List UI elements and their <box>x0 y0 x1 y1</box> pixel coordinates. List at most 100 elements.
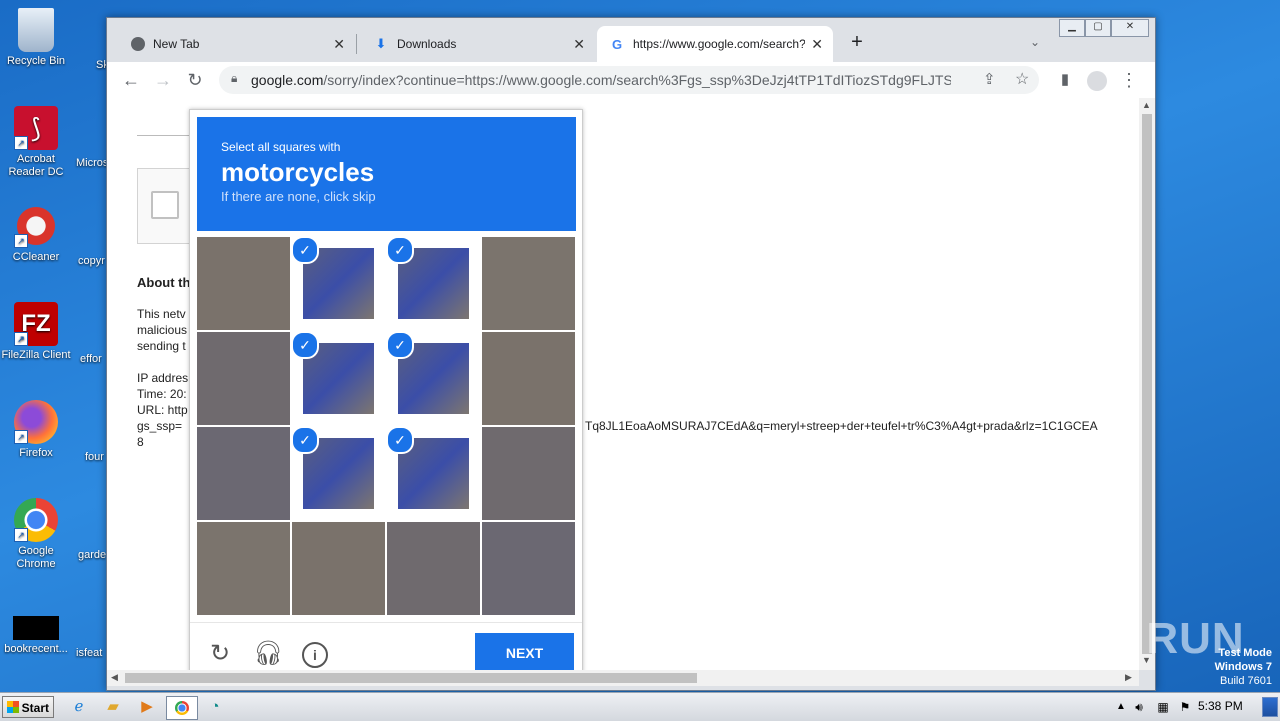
browser-window: New Tab ✕ ⬇ Downloads ✕ G https://www.go… <box>106 17 1156 691</box>
test-mode-watermark: Test Mode Windows 7 Build 7601 <box>1214 647 1272 687</box>
scroll-left-arrow[interactable]: ◀ <box>111 672 118 683</box>
tab-google-search[interactable]: G https://www.google.com/search?gs ✕ <box>597 26 833 62</box>
desktop-partial-label: effor <box>80 353 102 365</box>
page-line: Time: 20: <box>137 387 187 401</box>
scroll-thumb[interactable] <box>1142 114 1152 654</box>
folder-icon[interactable]: ▰ <box>100 696 126 718</box>
captcha-tile[interactable] <box>482 427 575 520</box>
page-line: This netv <box>137 307 186 321</box>
captcha-tile[interactable]: ✓ <box>292 332 385 425</box>
page-line: IP addres <box>137 371 189 385</box>
new-tab-button[interactable]: + <box>845 30 869 54</box>
close-icon[interactable]: ✕ <box>811 36 823 53</box>
captcha-tile[interactable] <box>292 522 385 615</box>
side-panel-icon[interactable]: ▮ <box>1053 68 1077 92</box>
captcha-tile[interactable] <box>482 237 575 330</box>
page-content: About th This netv malicious sending t I… <box>107 98 1139 670</box>
desktop-icon-label: CCleaner <box>12 251 60 263</box>
check-icon: ✓ <box>292 332 319 359</box>
desktop-icon-bookrecent[interactable]: bookrecent... <box>0 616 72 656</box>
tab-downloads[interactable]: ⬇ Downloads ✕ <box>357 26 595 62</box>
start-button[interactable]: Start <box>2 696 54 718</box>
tab-strip: New Tab ✕ ⬇ Downloads ✕ G https://www.go… <box>107 18 1155 62</box>
url-tail-text: Tq8JL1EoaAoMSURAJ7CEdA&q=meryl+streep+de… <box>585 419 1098 433</box>
desktop-icon-chrome[interactable]: ↗ Google Chrome <box>0 498 72 571</box>
desktop-icon-label: bookrecent... <box>4 643 68 655</box>
edge-icon[interactable]: ◔ <box>202 696 228 718</box>
about-heading: About th <box>137 275 191 290</box>
captcha-tile[interactable] <box>387 522 480 615</box>
captcha-tile[interactable]: ✓ <box>292 427 385 520</box>
page-line: URL: http <box>137 403 188 417</box>
show-desktop-button[interactable] <box>1262 697 1278 717</box>
maximize-button[interactable]: ▢ <box>1085 19 1111 37</box>
captcha-tile[interactable]: ✓ <box>387 427 480 520</box>
share-icon[interactable]: ⇪ <box>983 70 996 88</box>
back-button[interactable]: ← <box>119 68 143 92</box>
close-icon[interactable]: ✕ <box>333 36 345 53</box>
captcha-tile[interactable]: ✓ <box>387 332 480 425</box>
address-bar[interactable]: 🔒︎ google.com/sorry/index?continue=https… <box>219 66 1039 94</box>
captcha-tile[interactable] <box>482 522 575 615</box>
captcha-tile[interactable] <box>197 332 290 425</box>
scroll-thumb[interactable] <box>125 673 697 683</box>
desktop-partial-label: four <box>85 451 104 463</box>
menu-kebab-icon[interactable]: ⋮ <box>1117 68 1141 92</box>
close-window-button[interactable]: ✕ <box>1111 19 1149 37</box>
captcha-tile[interactable]: ✓ <box>292 237 385 330</box>
chevron-down-icon[interactable]: ⌄ <box>1023 30 1047 54</box>
tab-new-tab[interactable]: New Tab ✕ <box>115 26 355 62</box>
desktop-partial-label: garde <box>78 549 107 561</box>
divider <box>137 135 197 136</box>
download-icon: ⬇ <box>375 36 387 51</box>
captcha-grid: ✓ ✓ ✓ ✓ ✓ ✓ <box>197 237 577 617</box>
captcha-tile[interactable] <box>482 332 575 425</box>
next-button[interactable]: NEXT <box>475 633 574 670</box>
browser-toolbar: ← → ↻ 🔒︎ google.com/sorry/index?continue… <box>107 62 1155 98</box>
forward-button[interactable]: → <box>151 68 175 92</box>
page-line: gs_ssp= <box>137 419 183 433</box>
desktop-icon-label: Firefox <box>19 447 53 459</box>
captcha-tile[interactable] <box>197 237 290 330</box>
desktop-icon-ccleaner[interactable]: ↗ CCleaner <box>0 204 72 264</box>
page-line: 8 <box>137 435 144 449</box>
desktop-icon-label: Acrobat Reader DC <box>8 153 64 178</box>
flag-icon[interactable]: ⚑ <box>1172 696 1198 718</box>
firefox-icon: ↗ <box>14 400 58 444</box>
lock-icon: 🔒︎ <box>231 71 238 85</box>
page-line: malicious <box>137 323 188 337</box>
desktop-icon-label: Google Chrome <box>16 545 56 570</box>
ccleaner-icon: ↗ <box>14 204 58 248</box>
desktop-icon-label: FileZilla Client <box>1 349 71 361</box>
horizontal-scrollbar[interactable]: ◀ ▶ <box>107 670 1139 686</box>
captcha-target: motorcycles <box>221 157 375 187</box>
minimize-button[interactable]: ▁ <box>1059 19 1085 37</box>
chrome-icon[interactable] <box>166 696 198 720</box>
media-player-icon[interactable]: ▶ <box>134 696 160 718</box>
desktop-icon-filezilla[interactable]: FZ ↗ FileZilla Client <box>0 302 72 362</box>
desktop-icon-recycle-bin[interactable]: Recycle Bin <box>0 8 72 68</box>
captcha-tile[interactable] <box>197 522 290 615</box>
audio-challenge-icon[interactable]: 🎧︎ <box>253 639 283 669</box>
desktop-partial-label: isfeat <box>76 647 103 659</box>
captcha-tile[interactable]: ✓ <box>387 237 480 330</box>
check-icon: ✓ <box>387 237 414 264</box>
captcha-header: Select all squares with motorcycles If t… <box>197 117 576 231</box>
reload-challenge-icon[interactable]: ↻ <box>205 639 235 669</box>
profile-avatar[interactable] <box>1085 68 1109 92</box>
info-icon[interactable]: i <box>300 639 330 669</box>
reload-button[interactable]: ↻ <box>183 68 207 92</box>
bookmark-star-icon[interactable]: ☆ <box>1015 69 1029 89</box>
scroll-up-arrow[interactable]: ▲ <box>1142 100 1151 110</box>
desktop-icon-acrobat[interactable]: ⟆ ↗ Acrobat Reader DC <box>0 106 72 179</box>
desktop-icon-firefox[interactable]: ↗ Firefox <box>0 400 72 460</box>
vertical-scrollbar[interactable]: ▲ ▼ <box>1139 98 1155 670</box>
chrome-icon <box>131 37 145 51</box>
recaptcha-checkbox[interactable] <box>151 191 179 219</box>
scroll-right-arrow[interactable]: ▶ <box>1125 672 1132 683</box>
chrome-icon: ↗ <box>14 498 58 542</box>
close-icon[interactable]: ✕ <box>573 36 585 53</box>
captcha-tile[interactable] <box>197 427 290 520</box>
internet-explorer-icon[interactable]: ℯ <box>66 696 92 718</box>
volume-icon[interactable]: 🔊︎ <box>1126 696 1152 718</box>
